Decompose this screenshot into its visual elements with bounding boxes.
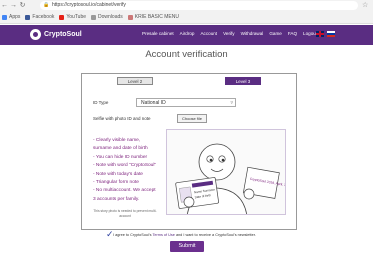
browser-toolbar: ← → ↻ 🔒 https://cryptosoul.io/cabinet/ve… <box>0 0 373 11</box>
bookmark-facebook[interactable]: Facebook <box>25 14 54 20</box>
selfie-example-image: Name Surname Date of birth CryptoSoul 20… <box>175 143 285 214</box>
verification-card: Level 2 Level 3 ID Type National ID ▿ Se… <box>81 73 297 230</box>
bookmarks-bar: Apps Facebook YouTube Downloads KRIE BAS… <box>0 11 373 24</box>
instruction-item: - You can hide ID number <box>93 154 148 160</box>
facebook-icon <box>25 14 31 20</box>
nav-account[interactable]: Account <box>200 31 217 36</box>
lock-icon: 🔒 <box>43 2 50 8</box>
chevron-down-icon: ▿ <box>230 100 233 106</box>
bookmark-menu[interactable]: KRIE BASIC MENU <box>127 14 179 20</box>
address-bar[interactable]: 🔒 https://cryptosoul.io/cabinet/verify <box>40 1 358 10</box>
id-type-label: ID Type <box>93 100 109 105</box>
instruction-item: - No multiaccount. We accept 3 accounts … <box>93 188 156 202</box>
forward-icon[interactable]: → <box>9 0 18 11</box>
privacy-note: This story photo is needed to prevent mu… <box>93 209 157 218</box>
selfie-example-illustration: Name Surname Date of birth CryptoSoul 20… <box>166 129 286 215</box>
uk-flag-icon[interactable] <box>316 31 324 37</box>
reload-icon[interactable]: ↻ <box>18 0 27 11</box>
bookmark-icon <box>127 14 133 20</box>
language-switcher <box>316 31 335 37</box>
tab-level-3[interactable]: Level 3 <box>225 77 261 85</box>
instruction-item: - Note with word "CryptoSoul" <box>93 163 157 169</box>
bookmark-star-icon[interactable]: ☆ <box>362 0 368 11</box>
main-nav: Presale cabinet Airdrop Account Verify W… <box>142 31 317 36</box>
youtube-icon <box>59 14 65 20</box>
nav-withdrawal[interactable]: Withdrawal <box>241 31 264 36</box>
nav-logout[interactable]: Logout <box>303 31 317 36</box>
nav-faq[interactable]: FAQ <box>288 31 297 36</box>
instruction-item: - Triangular form note <box>93 180 139 186</box>
folder-icon <box>91 14 97 20</box>
site-logo[interactable]: CryptoSoul <box>30 29 82 40</box>
instruction-item: - Clearly visible name, surname and date… <box>93 138 148 152</box>
submit-button[interactable]: Submit <box>170 241 204 252</box>
url-text: https://cryptosoul.io/cabinet/verify <box>52 2 126 8</box>
bookmark-youtube[interactable]: YouTube <box>59 14 86 20</box>
terms-of-use-link[interactable]: Terms of Use <box>153 233 175 237</box>
russia-flag-icon[interactable] <box>327 31 335 37</box>
instruction-item: - Note with today's date <box>93 171 143 177</box>
nav-verify[interactable]: Verify <box>223 31 235 36</box>
bookmark-apps[interactable]: Apps <box>2 14 20 20</box>
tab-level-2[interactable]: Level 2 <box>117 77 153 85</box>
choose-file-button[interactable]: Choose file <box>177 114 207 123</box>
id-type-select[interactable]: National ID ▿ <box>136 98 236 107</box>
site-header: CryptoSoul Presale cabinet Airdrop Accou… <box>0 25 373 45</box>
apps-icon <box>2 14 7 20</box>
nav-presale-cabinet[interactable]: Presale cabinet <box>142 31 174 36</box>
page-title: Account verification <box>145 49 228 60</box>
nav-game[interactable]: Game <box>269 31 282 36</box>
terms-agreement: I agree to CryptoSoul's Terms of Use and… <box>113 233 256 237</box>
bookmark-downloads[interactable]: Downloads <box>91 14 123 20</box>
verification-instructions: - Clearly visible name, surname and date… <box>93 137 157 204</box>
selfie-label: Selfie with photo ID and note <box>93 116 151 121</box>
logo-icon <box>30 29 41 40</box>
nav-airdrop[interactable]: Airdrop <box>180 31 195 36</box>
back-icon[interactable]: ← <box>0 0 9 11</box>
